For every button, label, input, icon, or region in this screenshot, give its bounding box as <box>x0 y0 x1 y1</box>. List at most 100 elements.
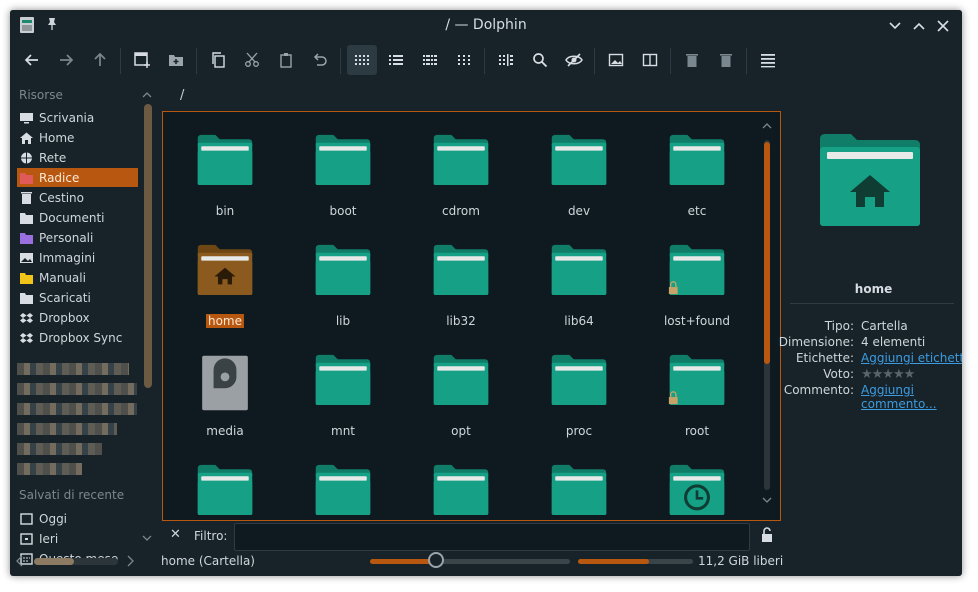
icons-view-icon <box>355 55 369 65</box>
sidebar-item-label: Rete <box>39 150 67 165</box>
file-item-label: cdrom <box>442 204 480 218</box>
chevron-down-icon[interactable] <box>142 534 152 542</box>
breadcrumb[interactable]: / <box>180 88 184 103</box>
split-button[interactable] <box>635 45 665 75</box>
file-view-scrollbar[interactable] <box>762 122 772 506</box>
file-item[interactable]: proc <box>523 342 635 442</box>
title-bar: / — Dolphin <box>10 10 962 42</box>
sidebar-scrollbar[interactable] <box>144 104 152 388</box>
scroll-thumb[interactable] <box>764 142 770 364</box>
maximize-button[interactable] <box>911 18 927 34</box>
folder-icon <box>433 244 489 295</box>
file-item[interactable]: root <box>641 342 753 442</box>
status-text: home (Cartella) <box>161 554 255 568</box>
file-item-label: dev <box>567 204 591 218</box>
sidebar-item[interactable]: Home <box>17 128 138 147</box>
file-item-label: lib <box>335 314 351 328</box>
toolbar-separator <box>340 48 341 74</box>
icons-view-button[interactable] <box>347 45 377 75</box>
toolbar-separator <box>746 48 747 74</box>
file-view[interactable]: bin boot cdrom dev etc home lib lib32 lib64 lost+… <box>162 111 781 521</box>
new-folder-button[interactable] <box>161 45 191 75</box>
sidebar-item[interactable]: Scrivania <box>17 108 138 127</box>
sidebar-item-label: Immagini <box>39 250 96 265</box>
file-item[interactable]: lib32 <box>405 232 517 332</box>
file-item[interactable]: home <box>169 232 281 332</box>
file-item[interactable]: lib64 <box>523 232 635 332</box>
file-item[interactable]: boot <box>287 122 399 222</box>
file-item[interactable]: media <box>169 342 281 442</box>
zoom-slider[interactable] <box>370 552 570 568</box>
info-link-part[interactable]: Aggiungi <box>861 383 914 397</box>
file-item[interactable]: mnt <box>287 342 399 442</box>
file-item[interactable]: lost+found <box>641 232 753 332</box>
folder-icon <box>197 134 253 185</box>
shade-button[interactable] <box>887 18 903 34</box>
hidden-files-button[interactable] <box>559 45 589 75</box>
scroll-up-icon[interactable] <box>762 122 772 130</box>
paste-button[interactable] <box>271 45 301 75</box>
sidebar-item[interactable]: Manuali <box>17 268 138 287</box>
sidebar-item[interactable]: Immagini <box>17 248 138 267</box>
toolbar <box>10 42 962 82</box>
copy-button[interactable] <box>203 45 233 75</box>
toolbar-separator <box>594 48 595 74</box>
sidebar-item[interactable]: Dropbox Sync <box>17 328 138 347</box>
preview-button[interactable] <box>601 45 631 75</box>
filter-input[interactable] <box>234 523 750 551</box>
file-item[interactable]: cdrom <box>405 122 517 222</box>
new-window-button[interactable] <box>127 45 157 75</box>
lock-icon[interactable] <box>760 527 774 543</box>
blurred-place <box>17 403 137 415</box>
sidebar-item[interactable]: Documenti <box>17 208 138 227</box>
view-columns-button[interactable] <box>491 45 521 75</box>
info-row-link[interactable]: Aggiungi commento... <box>861 383 937 411</box>
sidebar-item[interactable]: Dropbox <box>17 308 138 327</box>
details-view-button[interactable] <box>381 45 411 75</box>
arrow-right-icon <box>60 54 74 66</box>
file-item[interactable]: dev <box>523 122 635 222</box>
up-button[interactable] <box>85 45 115 75</box>
rating-stars[interactable]: ★★★★★ <box>861 367 915 382</box>
file-item-label: etc <box>687 204 707 218</box>
documents-icon <box>20 212 33 224</box>
undo-button[interactable] <box>305 45 335 75</box>
file-item[interactable]: etc <box>641 122 753 222</box>
sidebar-item[interactable]: Radice <box>17 168 138 187</box>
info-row-link[interactable]: Aggiungi etichette <box>861 351 962 365</box>
compact-view-button[interactable] <box>415 45 445 75</box>
split-view-icon <box>642 53 658 67</box>
clipboard-icon <box>280 53 292 68</box>
columns-view-icon <box>499 54 513 66</box>
sidebar-item[interactable]: Rete <box>17 148 138 167</box>
info-row-key: Voto: <box>823 367 854 381</box>
back-button[interactable] <box>17 45 47 75</box>
close-button[interactable] <box>935 18 951 34</box>
forward-button[interactable] <box>51 45 81 75</box>
move-to-trash-button[interactable] <box>677 45 707 75</box>
sidebar-item[interactable]: Personali <box>17 228 138 247</box>
info-link-part[interactable]: commento... <box>861 397 937 411</box>
chevron-up-icon[interactable] <box>142 91 152 99</box>
file-item[interactable]: opt <box>405 342 517 442</box>
recent-item[interactable]: Ieri <box>17 529 138 548</box>
info-divider <box>790 303 954 304</box>
small-icons-view-button[interactable] <box>449 45 479 75</box>
copy-icon <box>212 52 225 68</box>
delete-button[interactable] <box>711 45 741 75</box>
eye-hidden-icon <box>565 53 583 67</box>
sidebar-item[interactable]: Scaricati <box>17 288 138 307</box>
close-filter-icon[interactable]: ✕ <box>170 527 181 542</box>
recent-item[interactable]: Oggi <box>17 509 138 528</box>
sidebar-item-label: Manuali <box>39 270 86 285</box>
zoom-slider-fill <box>370 559 436 564</box>
dropbox-icon <box>20 312 33 323</box>
menu-button[interactable] <box>753 45 783 75</box>
cut-button[interactable] <box>237 45 267 75</box>
zoom-slider-handle[interactable] <box>428 552 444 568</box>
sidebar-item[interactable]: Cestino <box>17 188 138 207</box>
file-item[interactable]: bin <box>169 122 281 222</box>
file-item[interactable]: lib <box>287 232 399 332</box>
search-button[interactable] <box>525 45 555 75</box>
scroll-down-icon[interactable] <box>762 496 772 504</box>
